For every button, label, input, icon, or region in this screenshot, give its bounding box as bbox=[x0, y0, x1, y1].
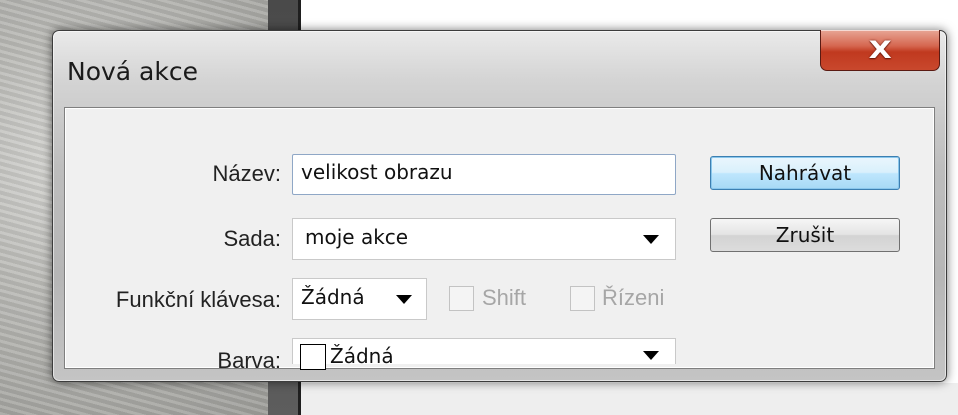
chevron-down-icon bbox=[396, 295, 412, 304]
record-button-label: Nahrávat bbox=[758, 161, 852, 185]
color-dropdown-value: Žádná bbox=[330, 344, 394, 368]
chevron-down-icon bbox=[643, 351, 659, 360]
set-dropdown-value: moje akce bbox=[305, 225, 409, 249]
background-strip bbox=[301, 383, 958, 415]
function-key-dropdown[interactable]: Žádná bbox=[292, 278, 427, 320]
cancel-button[interactable]: Zrušit bbox=[710, 218, 900, 252]
cancel-button-label: Zrušit bbox=[775, 223, 835, 247]
control-checkbox[interactable] bbox=[570, 286, 595, 311]
shift-checkbox[interactable] bbox=[449, 286, 474, 311]
shift-label: Shift bbox=[482, 285, 527, 310]
chevron-down-icon bbox=[643, 235, 659, 244]
function-key-label: Funkční klávesa: bbox=[115, 287, 281, 312]
close-button[interactable]: X bbox=[820, 30, 940, 71]
name-field-value: velikost obrazu bbox=[301, 160, 453, 184]
name-field[interactable]: velikost obrazu bbox=[292, 154, 676, 195]
set-label: Sada: bbox=[223, 226, 282, 251]
color-dropdown[interactable]: Žádná bbox=[292, 338, 676, 370]
close-icon: X bbox=[868, 36, 892, 64]
new-action-dialog: Nová akce X Název: velikost obrazu Sada:… bbox=[52, 30, 947, 382]
dialog-title: Nová akce bbox=[67, 57, 198, 86]
record-button[interactable]: Nahrávat bbox=[710, 156, 900, 190]
set-dropdown[interactable]: moje akce bbox=[292, 218, 676, 260]
dialog-content: Název: velikost obrazu Sada: moje akce F… bbox=[64, 107, 935, 373]
color-swatch bbox=[300, 344, 326, 370]
control-label: Řízeni bbox=[602, 285, 665, 310]
function-key-value: Žádná bbox=[301, 285, 365, 309]
color-label: Barva: bbox=[217, 348, 281, 373]
name-label: Název: bbox=[212, 161, 281, 186]
